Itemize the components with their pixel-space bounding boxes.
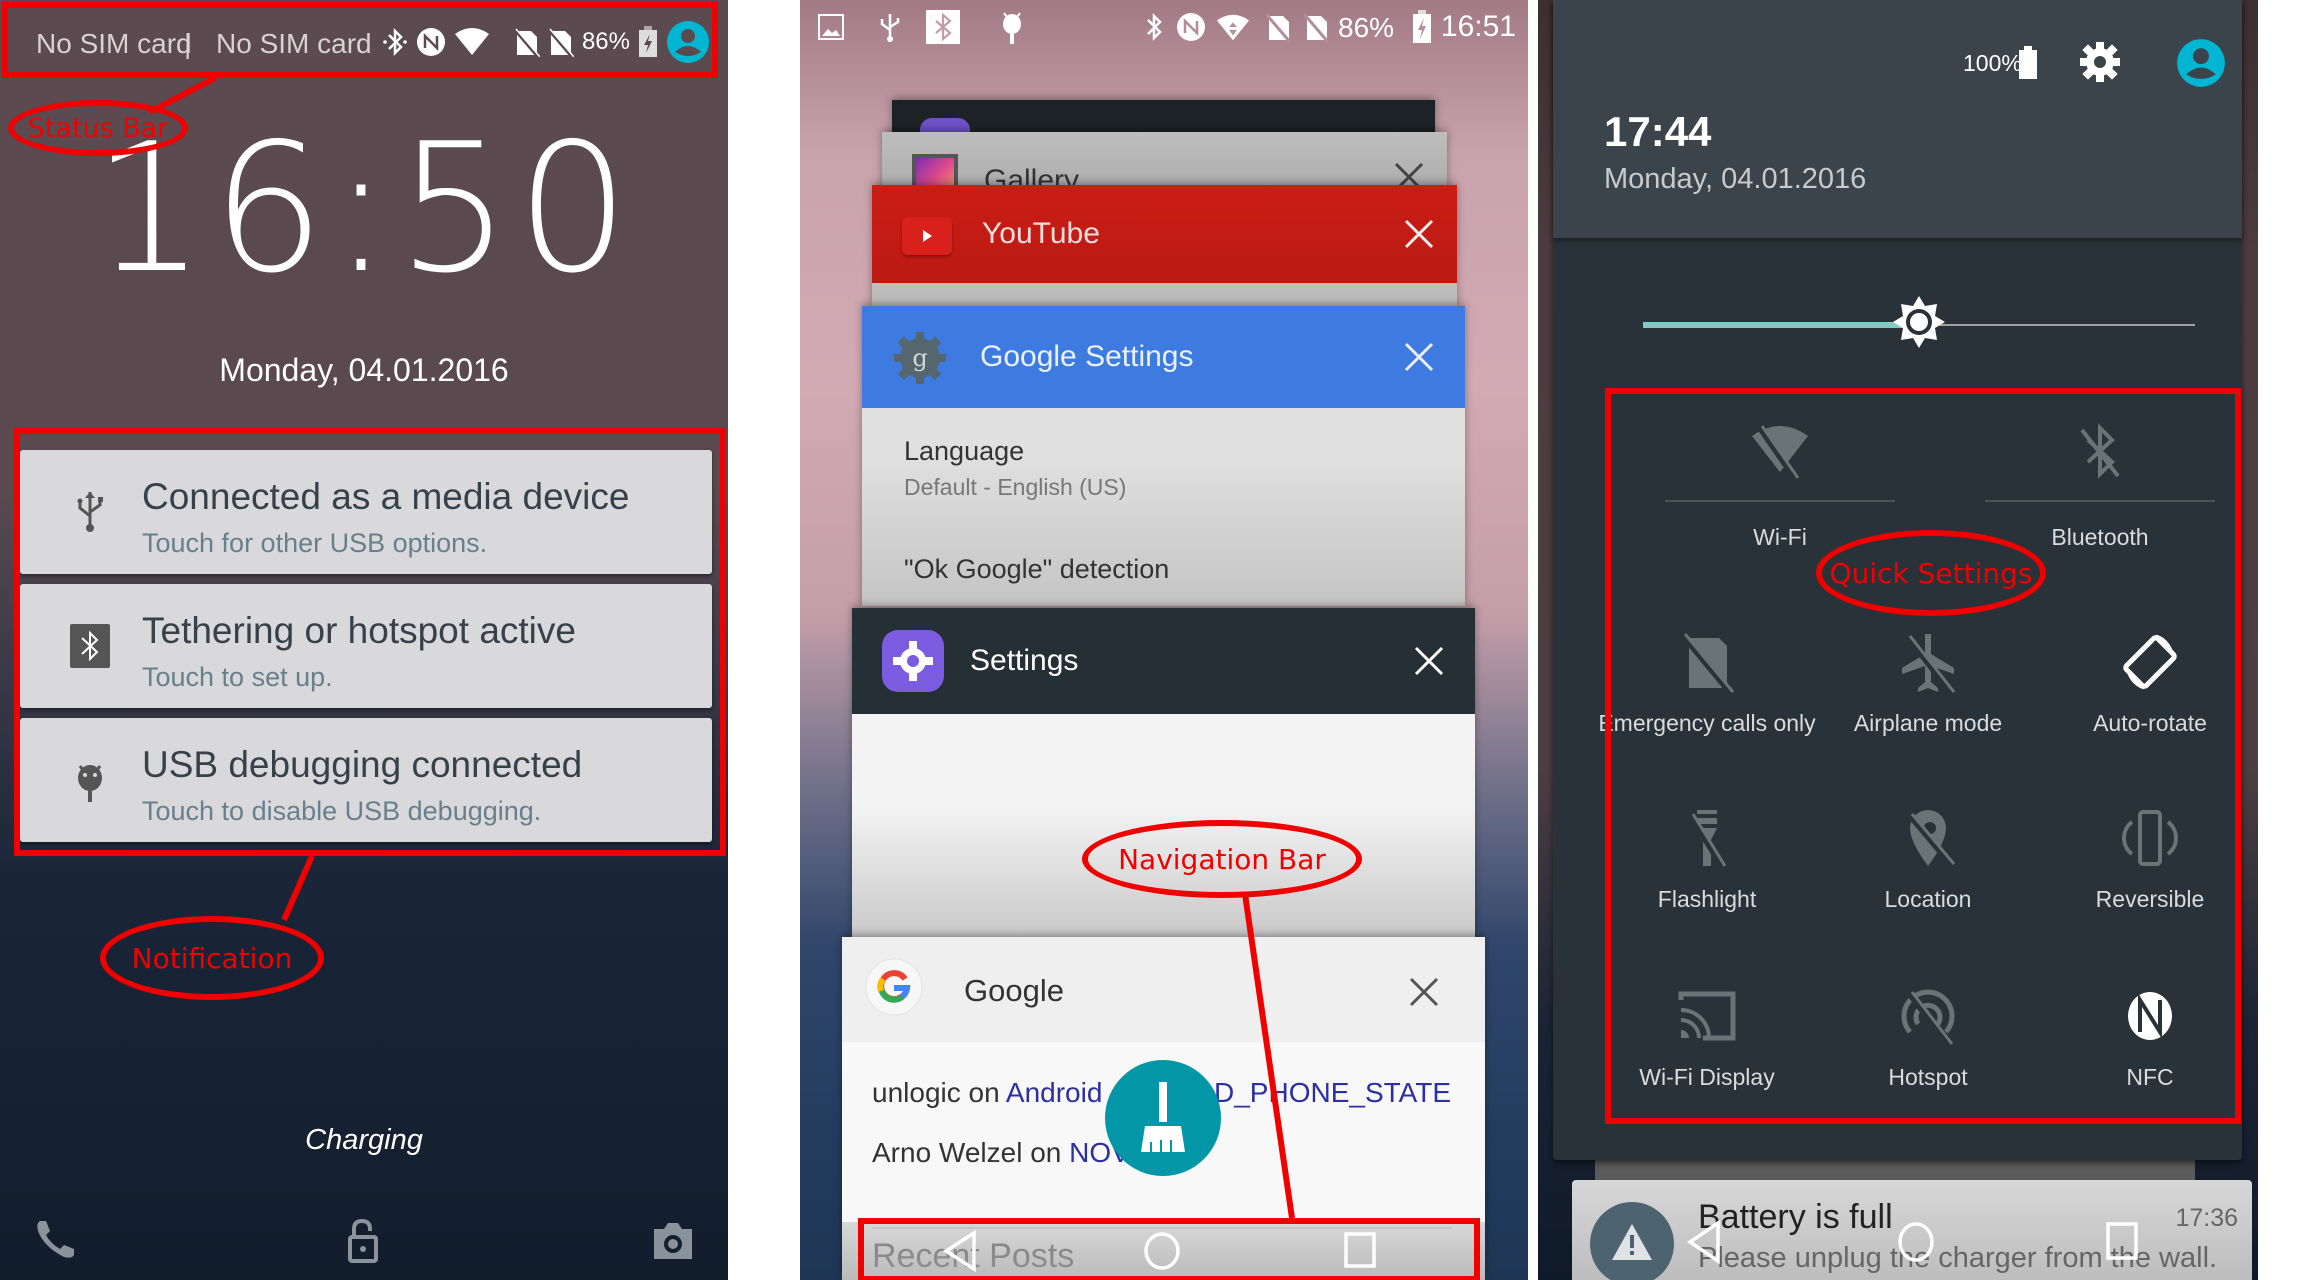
lock-date: Monday, 04.01.2016 [219,352,509,388]
battery-percent: 100% [1963,50,2022,76]
annotation-status-bar-box [2,2,718,78]
card-title: Google [964,973,1064,1008]
setting-language-value: Default - English (US) [904,474,1127,500]
notification-time: 17:36 [2175,1204,2238,1232]
recent-post-line-2: Arno Welzel on NOV [872,1137,1130,1169]
annotation-navigation-bar-box [858,1218,1480,1280]
qs-time: 17:44 [1604,108,1712,155]
post-author: unlogic on [872,1077,1006,1108]
recents-icon[interactable] [2104,1220,2140,1264]
post-author: Arno Welzel on [872,1137,1070,1168]
broom-icon [1141,1082,1185,1152]
post-link-tail[interactable]: D_PHONE_STATE [1214,1077,1451,1109]
recents-screen: 86% 16:51 Gallery YouTube g Google Setti… [800,0,1528,1280]
user-avatar-icon[interactable] [2176,38,2226,88]
image-icon [818,14,844,40]
usb-icon [880,14,900,42]
wifi-icon [1216,14,1250,41]
nfc-icon [1177,13,1205,41]
status-bar: 86% 16:51 [800,0,1528,56]
setting-ok-google: "Ok Google" detection [904,554,1170,584]
notification-title: Battery is full [1698,1198,1893,1236]
settings-app-icon [882,630,944,692]
settings-gear-icon[interactable] [2078,40,2122,84]
charging-status: Charging [305,1124,423,1156]
close-icon[interactable] [1412,644,1446,678]
warning-icon [1612,1224,1652,1260]
no-sim-icon [1304,13,1330,42]
bluetooth-icon [1147,12,1162,42]
close-icon[interactable] [1402,217,1436,251]
home-icon[interactable] [1896,1220,1936,1264]
back-icon[interactable] [1684,1220,1724,1264]
post-link[interactable]: Android [1006,1077,1103,1108]
clear-all-button[interactable] [1105,1060,1221,1176]
battery-charging-icon [1413,10,1431,43]
svg-text:g: g [912,344,927,372]
annotation-notification: Notification [100,916,324,1000]
battery-percent: 86% [1338,12,1395,43]
status-time: 16:51 [1440,10,1516,43]
google-settings-app-icon: g [894,332,946,384]
brightness-thumb-icon[interactable] [1891,294,1947,350]
qs-date: Monday, 04.01.2016 [1604,163,1867,195]
annotation-quick-settings: Quick Settings [1816,530,2046,616]
android-debug-icon [1003,12,1021,44]
bluetooth-icon [926,10,960,44]
card-title: Settings [970,644,1079,677]
brightness-slider[interactable] [1643,296,2195,348]
card-title: Google Settings [980,340,1194,373]
annotation-quick-settings-box [1605,388,2241,1124]
setting-language-title: Language [904,436,1025,466]
phone-icon[interactable] [30,1215,80,1265]
annotation-notification-box [14,428,726,856]
no-sim-icon [1266,13,1292,42]
close-icon[interactable] [1407,975,1441,1009]
annotation-status-bar: Status Bar [8,100,188,156]
recent-card-google-settings[interactable]: g Google Settings Language Default - Eng… [862,306,1465,606]
warning-icon-badge [1590,1202,1674,1280]
close-icon[interactable] [1402,340,1436,374]
annotation-navigation-bar: Navigation Bar [1082,820,1362,898]
unlock-icon[interactable] [338,1215,388,1265]
battery-full-icon [2019,46,2037,79]
card-title: YouTube [982,217,1100,250]
camera-icon[interactable] [648,1215,698,1265]
recent-card-youtube[interactable]: YouTube [872,185,1457,307]
google-app-icon [865,958,923,1016]
recent-post-line-1: unlogic on Android [872,1077,1102,1109]
brightness-fill [1643,322,1919,328]
youtube-app-icon [902,217,952,255]
